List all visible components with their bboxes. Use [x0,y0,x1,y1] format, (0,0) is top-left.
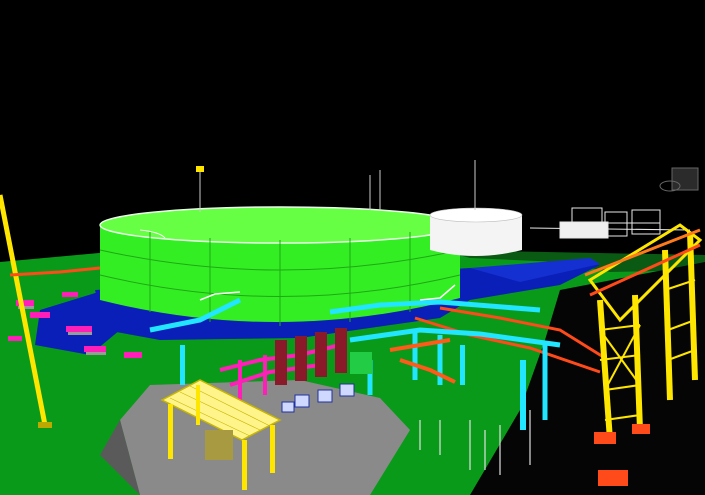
light-pole-lamp [196,166,204,172]
plant-3d-model-render [0,0,705,495]
foundation-slab [120,380,410,495]
storage-tank-white [429,207,523,256]
storage-tank-green [99,206,461,326]
green-equipment-box [350,352,372,374]
